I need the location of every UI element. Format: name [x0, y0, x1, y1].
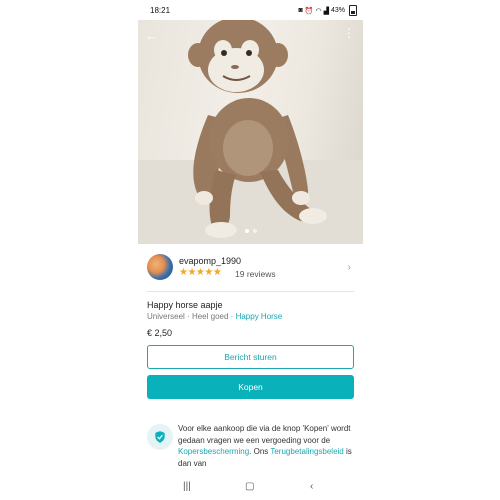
buy-button[interactable]: Kopen [147, 375, 354, 399]
shield-check-icon [147, 424, 173, 450]
phone-screen: 18:21 ◙ ⏰ ◠ ▟ 43% ← ⋮ evapomp_1990 ★★★★★… [138, 0, 363, 500]
seller-avatar [147, 254, 173, 280]
more-vertical-icon[interactable]: ⋮ [343, 27, 355, 39]
status-icons: ◙ ⏰ ◠ ▟ 43% [299, 5, 357, 16]
buyer-protection-link[interactable]: Kopersbescherming [178, 447, 249, 456]
page-dot[interactable] [252, 229, 257, 233]
item-brand-link[interactable]: Happy Horse [236, 312, 283, 321]
rating-stars: ★★★★★ [179, 267, 222, 278]
home-icon[interactable]: ▢ [245, 481, 254, 492]
item-condition: Heel goed [191, 312, 229, 321]
item-price: € 2,50 [147, 328, 173, 338]
seller-name: evapomp_1990 [179, 256, 242, 266]
seller-row[interactable]: evapomp_1990 ★★★★★ 19 reviews › [138, 252, 363, 286]
divider [147, 291, 354, 292]
buyer-protection-text: Voor elke aankoop die via de knop 'Kopen… [178, 424, 352, 468]
item-size: Universeel [147, 312, 185, 321]
item-title: Happy horse aapje [147, 300, 223, 310]
meta-separator: · [187, 312, 190, 321]
photo-pagination [138, 229, 363, 233]
chevron-right-icon: › [347, 262, 351, 273]
system-nav-bar: ||| ▢ ‹ [138, 476, 363, 500]
battery-icon [349, 5, 357, 16]
item-meta: Universeel · Heel goed · Happy Horse [147, 312, 282, 321]
back-arrow-icon[interactable]: ← [145, 28, 158, 43]
status-time: 18:21 [150, 6, 171, 15]
battery-percent: 43% [330, 7, 345, 14]
refund-policy-link[interactable]: Terugbetalingsbeleid [270, 447, 343, 456]
status-bar: 18:21 ◙ ⏰ ◠ ▟ 43% [138, 0, 363, 20]
send-message-button[interactable]: Bericht sturen [147, 345, 354, 369]
alarm-icon: ⏰ [304, 7, 314, 15]
item-photo[interactable]: ← ⋮ [138, 20, 363, 244]
signal-icon: ▟ [323, 7, 329, 15]
page-dot-active[interactable] [244, 229, 249, 233]
wifi-icon: ◠ [315, 7, 322, 15]
notification-icon: ◙ [298, 7, 303, 14]
meta-separator: · [230, 312, 234, 321]
plush-monkey-image [138, 20, 363, 244]
review-count: 19 reviews [235, 269, 276, 279]
recent-apps-icon[interactable]: ||| [183, 481, 191, 492]
nav-back-icon[interactable]: ‹ [310, 481, 313, 492]
